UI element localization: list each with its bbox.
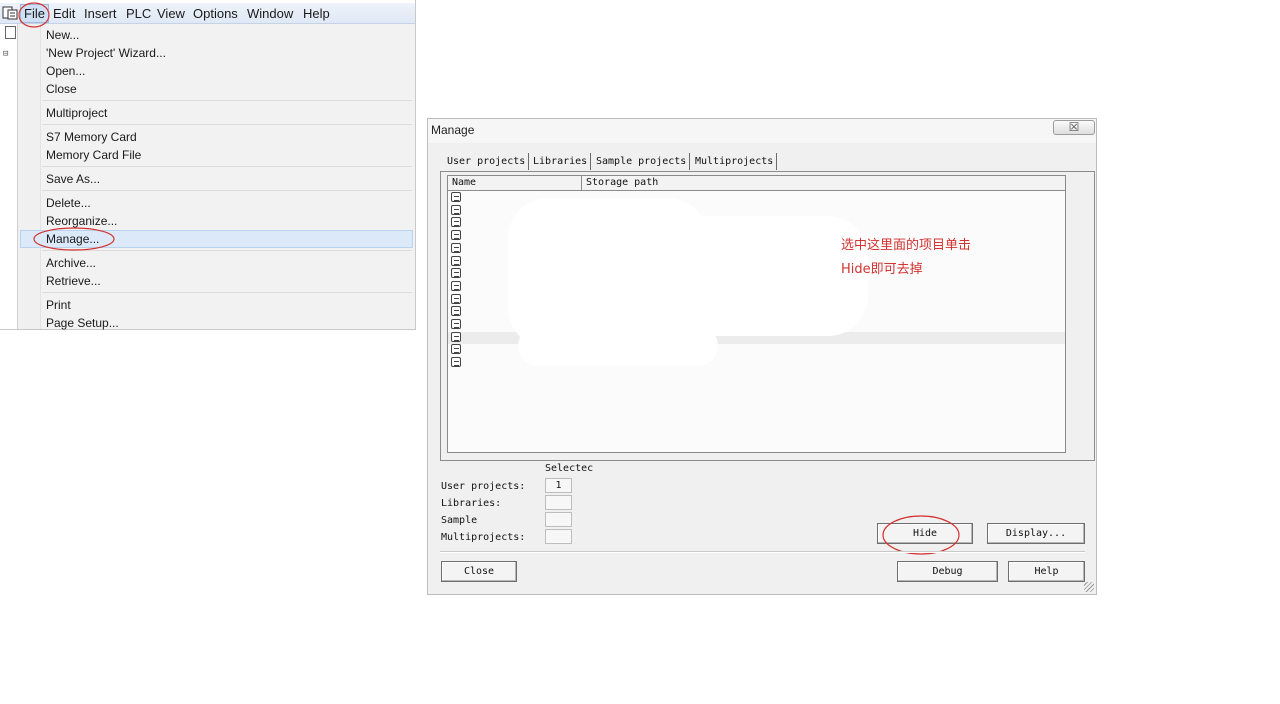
project-icon — [451, 268, 461, 279]
resize-grip-icon[interactable] — [1084, 582, 1094, 592]
column-storage-path[interactable]: Storage path — [586, 177, 658, 189]
close-button[interactable]: Close — [441, 561, 517, 582]
count-label-multiprojects: Multiprojects: — [441, 532, 526, 543]
menu-item-delete[interactable]: Delete... — [46, 196, 91, 210]
dialog-title: Manage — [431, 123, 475, 137]
tab-user-projects[interactable]: User projects — [444, 153, 530, 170]
dialog-close-icon[interactable]: ☒ — [1053, 120, 1095, 135]
menu-insert[interactable]: Insert — [84, 6, 117, 21]
annotation-text-line-1: 选中这里面的项目单击 — [841, 238, 972, 253]
column-divider[interactable] — [581, 176, 582, 190]
display-button[interactable]: Display... — [987, 523, 1085, 544]
menu-view[interactable]: View — [157, 6, 185, 21]
project-icon — [451, 280, 461, 291]
menu-bar: File Edit Insert PLC View Options Window… — [0, 3, 415, 24]
project-icon — [451, 344, 461, 355]
menu-separator — [42, 100, 412, 101]
count-sample — [545, 512, 572, 527]
menu-item-page-setup[interactable]: Page Setup... — [46, 316, 119, 330]
project-icon — [451, 230, 461, 241]
menu-file[interactable]: File — [20, 4, 49, 23]
menu-item-manage[interactable]: Manage... — [46, 232, 99, 246]
menu-item-save-as[interactable]: Save As... — [46, 172, 100, 186]
help-button[interactable]: Help — [1008, 561, 1085, 582]
dialog-divider — [440, 551, 1085, 553]
project-icon — [451, 217, 461, 228]
menu-separator — [42, 190, 412, 191]
project-icon — [451, 255, 461, 266]
menu-item-s7-memory-card[interactable]: S7 Memory Card — [46, 130, 137, 144]
tree-collapse-icon[interactable]: ⊟ — [3, 49, 8, 59]
menu-edit[interactable]: Edit — [53, 6, 75, 21]
project-list[interactable]: Name Storage path 选中这里面的项目单击 Hide即可去掉 — [447, 175, 1066, 453]
dialog-titlebar: Manage ☒ — [428, 119, 1096, 143]
menu-window[interactable]: Window — [247, 6, 293, 21]
project-icon — [451, 306, 461, 317]
menu-item-new[interactable]: New... — [46, 28, 79, 42]
count-libraries — [545, 495, 572, 510]
menu-item-close[interactable]: Close — [46, 82, 77, 96]
debug-button[interactable]: Debug — [897, 561, 998, 582]
menu-item-multiproject[interactable]: Multiproject — [46, 106, 107, 120]
project-icon — [451, 357, 461, 368]
project-icon — [451, 293, 461, 304]
hide-button[interactable]: Hide — [877, 523, 973, 544]
menu-plc[interactable]: PLC — [126, 6, 151, 21]
column-name[interactable]: Name — [452, 177, 476, 189]
menu-item-archive[interactable]: Archive... — [46, 256, 96, 270]
list-header: Name Storage path — [448, 176, 1065, 191]
file-menu-dropdown: New... 'New Project' Wizard... Open... C… — [18, 24, 415, 330]
count-label-sample: Sample — [441, 515, 478, 526]
project-icon — [451, 242, 461, 253]
count-label-user-projects: User projects: — [441, 481, 526, 492]
project-icon — [451, 204, 461, 215]
menu-item-reorganize[interactable]: Reorganize... — [46, 214, 117, 228]
menu-help[interactable]: Help — [303, 6, 330, 21]
menu-item-print[interactable]: Print — [46, 298, 71, 312]
tab-multiprojects[interactable]: Multiprojects — [692, 153, 778, 170]
new-document-icon[interactable] — [5, 26, 16, 39]
project-icon — [451, 319, 461, 329]
count-multiprojects — [545, 529, 572, 544]
menu-separator — [42, 124, 412, 125]
redaction-smudge — [518, 326, 718, 366]
tab-libraries[interactable]: Libraries — [530, 153, 592, 170]
count-label-libraries: Libraries: — [441, 498, 502, 509]
selected-header: Selectec — [545, 463, 594, 474]
tab-sample-projects[interactable]: Sample projects — [593, 153, 691, 170]
menu-item-memory-card-file[interactable]: Memory Card File — [46, 148, 141, 162]
menu-item-open[interactable]: Open... — [46, 64, 85, 78]
side-toolbar: ⊟ — [0, 24, 18, 329]
menu-item-new-project-wizard[interactable]: 'New Project' Wizard... — [46, 46, 166, 60]
manage-dialog: Manage ☒ User projects Libraries Sample … — [427, 118, 1097, 595]
redaction-smudge — [628, 216, 868, 336]
menu-options[interactable]: Options — [193, 6, 238, 21]
menu-icon-gutter — [18, 24, 41, 329]
project-icon — [451, 331, 461, 342]
menu-separator — [42, 166, 412, 167]
menu-separator — [42, 250, 412, 251]
project-icon — [451, 192, 461, 202]
simatic-app-icon[interactable] — [2, 5, 18, 20]
menu-item-retrieve[interactable]: Retrieve... — [46, 274, 101, 288]
simatic-manager-window: File Edit Insert PLC View Options Window… — [0, 0, 416, 330]
annotation-text-line-2: Hide即可去掉 — [841, 262, 923, 277]
count-user-projects: 1 — [545, 478, 572, 493]
menu-separator — [42, 292, 412, 293]
